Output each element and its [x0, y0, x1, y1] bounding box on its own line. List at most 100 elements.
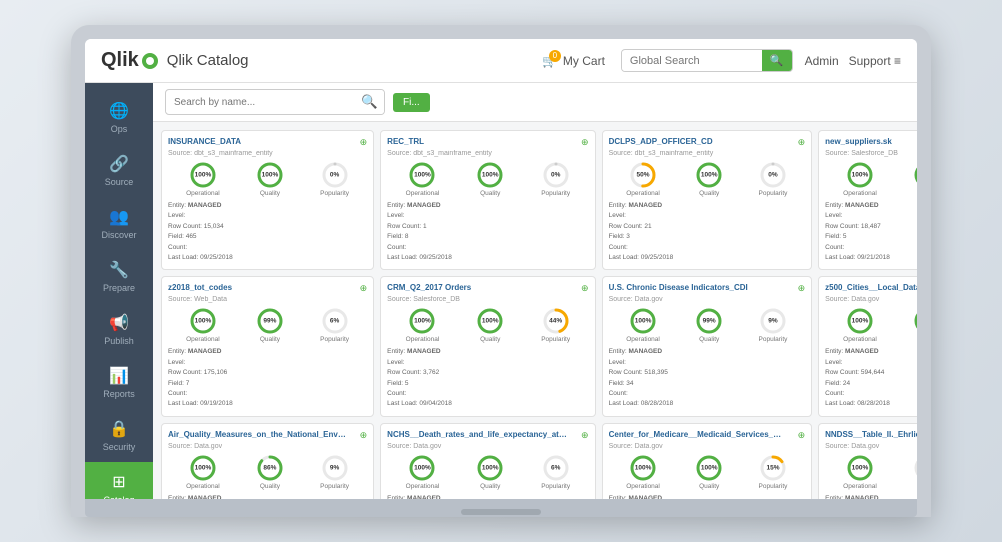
bookmark-icon[interactable]: ⊕ — [798, 430, 806, 441]
gauge-pct: 100% — [414, 172, 431, 179]
sidebar: 🌐 Ops 🔗 Source 👥 Discover 🔧 Prepare 📢 — [85, 83, 153, 499]
gauge-wrap: 100% Quality — [913, 161, 917, 197]
support-label[interactable]: Support ≡ — [849, 54, 901, 68]
catalog-card[interactable]: DCLPS_ADP_OFFICER_CD ⊕ Source: dbt_s3_ma… — [602, 130, 813, 270]
count-row: Count: — [168, 243, 367, 253]
gauge-pct: 100% — [852, 464, 869, 471]
entity-row: Entity: MANAGED — [387, 347, 588, 357]
bookmark-icon[interactable]: ⊕ — [360, 137, 368, 148]
catalog-card[interactable]: INSURANCE_DATA ⊕ Source: dbt_s3_mainfram… — [161, 130, 374, 270]
count-row: Count: — [609, 243, 806, 253]
search-by-name-button[interactable]: 🔍 — [355, 90, 384, 114]
global-search-input[interactable] — [622, 51, 762, 71]
cart-area[interactable]: 🛒 0 My Cart — [542, 54, 605, 68]
gauge-circle: 100% — [695, 454, 723, 482]
bookmark-icon[interactable]: ⊕ — [798, 283, 806, 294]
last-load-row: Last Load: 09/04/2018 — [387, 399, 588, 409]
level-row: Level: — [825, 211, 917, 221]
catalog-card[interactable]: REC_TRL ⊕ Source: dbt_s3_mainframe_entit… — [380, 130, 595, 270]
sidebar-discover-label: Discover — [101, 230, 136, 240]
row-count-row: Row Count: 3,762 — [387, 368, 588, 378]
level-row: Level: — [609, 358, 806, 368]
gauge-wrap: 100% Quality — [476, 307, 504, 343]
bookmark-icon[interactable]: ⊕ — [581, 283, 589, 294]
last-load-row: Last Load: 08/28/2018 — [825, 399, 917, 409]
catalog-card[interactable]: new_suppliers.sk ⊕ Source: Salesforce_DB… — [818, 130, 917, 270]
gauge-circle: 86% — [256, 454, 284, 482]
gauge-circle: 100% — [846, 161, 874, 189]
card-title: CRM_Q2_2017 Orders — [387, 283, 471, 293]
catalog-card[interactable]: U.S. Chronic Disease Indicators_CDI ⊕ So… — [602, 276, 813, 416]
card-title: Air_Quality_Measures_on_the_National_Env… — [168, 430, 347, 440]
gauge-wrap: 100% Operational — [843, 454, 877, 490]
catalog-card[interactable]: z2018_tot_codes ⊕ Source: Web_Data 100% … — [161, 276, 374, 416]
catalog-card[interactable]: CRM_Q2_2017 Orders ⊕ Source: Salesforce_… — [380, 276, 595, 416]
logo-area: Qlik Qlik Catalog — [101, 49, 249, 72]
gauge-wrap: 100% Operational — [626, 307, 660, 343]
level-row: Level: — [387, 211, 588, 221]
catalog-card[interactable]: Air_Quality_Measures_on_the_National_Env… — [161, 423, 374, 499]
entity-row: Entity: MANAGED — [168, 494, 367, 499]
gauge-label: Popularity — [759, 483, 788, 490]
card-title: new_suppliers.sk — [825, 137, 892, 147]
sidebar-item-ops[interactable]: 🌐 Ops — [85, 91, 153, 144]
sidebar-item-security[interactable]: 🔒 Security — [85, 409, 153, 462]
bookmark-icon[interactable]: ⊕ — [360, 430, 368, 441]
filter-button[interactable]: Fi... — [393, 93, 430, 112]
gauge-pct: 0% — [768, 172, 777, 179]
global-search-bar[interactable]: 🔍 — [621, 49, 793, 72]
last-load-row: Last Load: 09/25/2018 — [609, 253, 806, 263]
gauge-svg — [913, 307, 917, 335]
bookmark-icon[interactable]: ⊕ — [581, 137, 589, 148]
sidebar-item-prepare[interactable]: 🔧 Prepare — [85, 250, 153, 303]
search-by-name-bar[interactable]: 🔍 — [165, 89, 385, 115]
global-search-button[interactable]: 🔍 — [762, 50, 792, 71]
card-meta: Entity: MANAGED Level: Row Count: 62,640… — [609, 494, 806, 499]
catalog-card[interactable]: Center_for_Medicare__Medicaid_Services_C… — [602, 423, 813, 499]
card-meta: Entity: MANAGED Level: Row Count: 175,10… — [168, 347, 367, 409]
card-gauges: 100% Operational 100% Quality — [387, 454, 588, 490]
gauge-circle: 100% — [408, 307, 436, 335]
sidebar-item-catalog[interactable]: ⊞ Catalog — [85, 462, 153, 499]
gauge-pct: 0% — [330, 172, 339, 179]
bookmark-icon[interactable]: ⊕ — [581, 430, 589, 441]
catalog-card[interactable]: z500_Cities__Local_Data_for_Better_Healt… — [818, 276, 917, 416]
gauge-label: Popularity — [320, 483, 349, 490]
bookmark-icon[interactable]: ⊕ — [360, 283, 368, 294]
card-title: DCLPS_ADP_OFFICER_CD — [609, 137, 713, 147]
gauge-pct: 100% — [701, 172, 718, 179]
gauge-wrap: 45% Quality — [913, 454, 917, 490]
gauge-circle: 0% — [321, 161, 349, 189]
gauge-circle: 6% — [542, 454, 570, 482]
gauge-pct: 100% — [482, 464, 499, 471]
catalog-card[interactable]: NNDSS__Table_II._Ehrlichiosis_Anaplasmos… — [818, 423, 917, 499]
sidebar-item-source[interactable]: 🔗 Source — [85, 144, 153, 197]
card-title: z500_Cities__Local_Data_for_Better_Healt… — [825, 283, 917, 293]
search-by-name-input[interactable] — [166, 93, 355, 112]
gauge-pct: 9% — [330, 464, 339, 471]
sidebar-item-discover[interactable]: 👥 Discover — [85, 197, 153, 250]
gauge-pct: 100% — [262, 172, 279, 179]
card-header: z2018_tot_codes ⊕ — [168, 283, 367, 294]
entity-row: Entity: MANAGED — [825, 494, 917, 499]
screen: Qlik Qlik Catalog 🛒 0 My Cart 🔍 — [85, 39, 917, 499]
gauge-circle: 90% — [913, 307, 917, 335]
gauge-wrap: 100% Operational — [626, 454, 660, 490]
card-gauges: 50% Operational 100% Quality — [609, 161, 806, 197]
bookmark-icon[interactable]: ⊕ — [798, 137, 806, 148]
card-source: Source: Data.gov — [609, 296, 806, 303]
gauge-circle: 44% — [542, 307, 570, 335]
gauge-pct: 100% — [195, 464, 212, 471]
sidebar-security-label: Security — [103, 442, 136, 452]
field-row: Field: 34 — [609, 379, 806, 389]
card-header: z500_Cities__Local_Data_for_Better_Healt… — [825, 283, 917, 294]
catalog-card[interactable]: NCHS__Death_rates_and_life_expectancy_at… — [380, 423, 595, 499]
gauge-pct: 99% — [703, 318, 716, 325]
card-gauges: 100% Operational 100% Quality — [609, 454, 806, 490]
card-header: Air_Quality_Measures_on_the_National_Env… — [168, 430, 367, 441]
sidebar-item-publish[interactable]: 📢 Publish — [85, 303, 153, 356]
gauge-label: Quality — [480, 483, 500, 490]
entity-row: Entity: MANAGED — [825, 347, 917, 357]
sidebar-item-reports[interactable]: 📊 Reports — [85, 356, 153, 409]
gauge-svg — [913, 161, 917, 189]
